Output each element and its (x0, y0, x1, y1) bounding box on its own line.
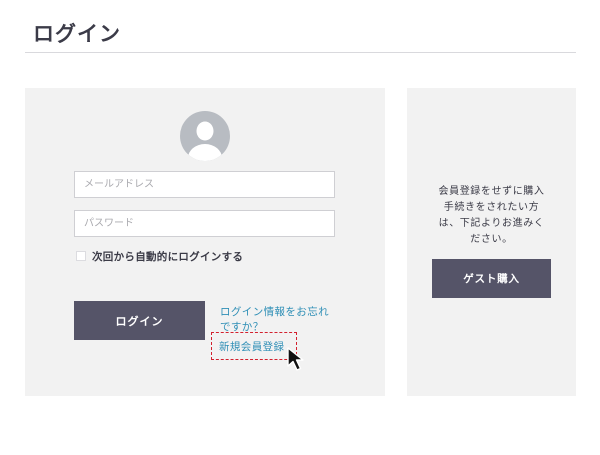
guest-description-line: ださい。 (470, 234, 513, 245)
guest-purchase-button[interactable]: ゲスト購入 (432, 259, 551, 298)
page-title: ログイン (33, 22, 121, 46)
title-divider (25, 52, 576, 53)
mouse-pointer-icon (287, 347, 304, 371)
login-button[interactable]: ログイン (74, 301, 205, 340)
user-avatar-icon (180, 111, 230, 161)
login-page: ログイン 次回から自動的にログインする ログイン ログイン情報をお忘れですか？ … (0, 0, 600, 455)
guest-description: 会員登録をせずに購入 手続きをされたい方 は、下記よりお進みく ださい。 (407, 184, 576, 248)
forgot-credentials-link[interactable]: ログイン情報をお忘れですか？ (220, 305, 338, 335)
new-member-register-link[interactable]: 新規会員登録 (219, 339, 284, 354)
guest-description-line: は、下記よりお進みく (438, 218, 545, 229)
remember-me-checkbox[interactable] (76, 251, 86, 261)
guest-description-line: 手続きをされたい方 (443, 202, 540, 213)
remember-me-label: 次回から自動的にログインする (92, 250, 244, 263)
remember-me-row[interactable]: 次回から自動的にログインする (76, 249, 243, 263)
guest-description-line: 会員登録をせずに購入 (438, 186, 545, 197)
password-field[interactable] (74, 210, 335, 237)
email-field[interactable] (74, 171, 335, 198)
